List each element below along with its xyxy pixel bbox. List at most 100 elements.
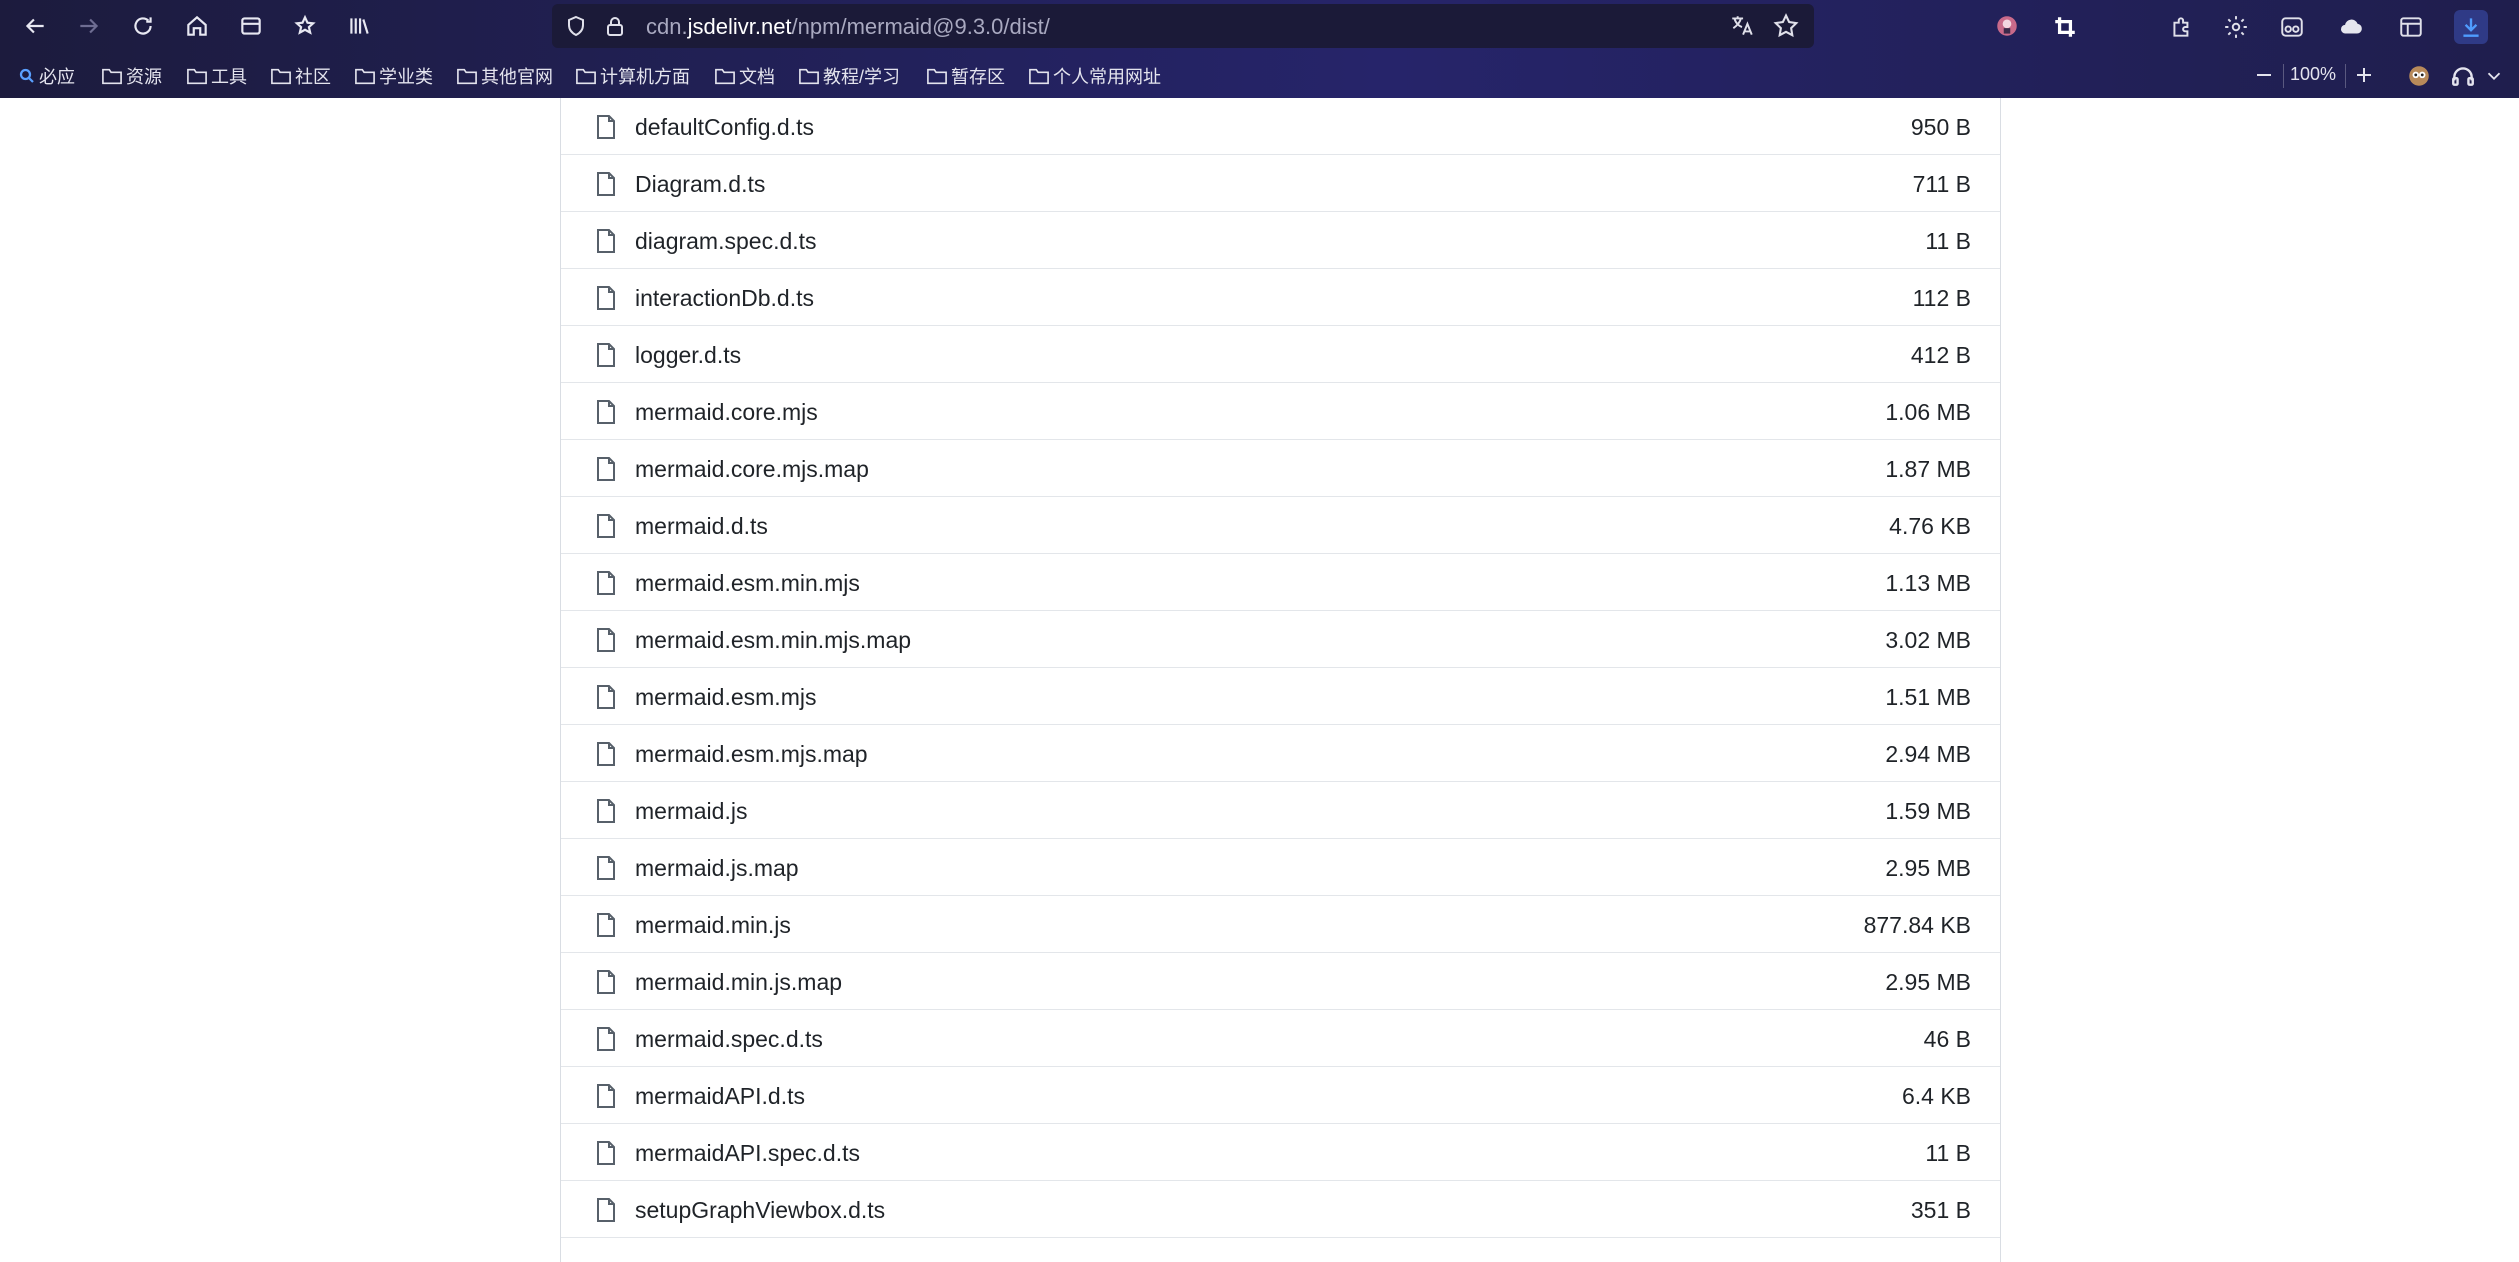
- file-name-link[interactable]: Diagram.d.ts: [635, 171, 765, 198]
- file-row[interactable]: mermaid.core.mjs.map 1.87 MB: [561, 440, 2000, 497]
- file-row[interactable]: mermaid.spec.d.ts 46 B: [561, 1010, 2000, 1067]
- file-row[interactable]: mermaid.esm.min.mjs 1.13 MB: [561, 554, 2000, 611]
- crop-extension-button[interactable]: [2050, 12, 2080, 42]
- file-row[interactable]: setupGraphViewbox.d.ts 351 B: [561, 1181, 2000, 1238]
- file-row[interactable]: mermaid.d.ts 4.76 KB: [561, 497, 2000, 554]
- file-name-link[interactable]: logger.d.ts: [635, 342, 741, 369]
- back-button[interactable]: [17, 8, 53, 44]
- headphones-extension-button[interactable]: [2449, 62, 2477, 90]
- file-row[interactable]: mermaid.esm.mjs 1.51 MB: [561, 668, 2000, 725]
- file-name-link[interactable]: mermaid.spec.d.ts: [635, 1026, 823, 1053]
- more-menu-button[interactable]: [2483, 64, 2505, 88]
- avatar-extension[interactable]: [1993, 12, 2021, 40]
- settings-button[interactable]: [2221, 12, 2251, 42]
- bookmark-folder[interactable]: 资源: [101, 62, 162, 90]
- file-listing: defaultConfig.d.ts 950 B Diagram.d.ts 71…: [560, 98, 2001, 1262]
- home-button[interactable]: [179, 8, 215, 44]
- bookmark-star-icon: [294, 14, 316, 35]
- file-name-link[interactable]: mermaid.min.js.map: [635, 969, 842, 996]
- downloads-button[interactable]: [2454, 10, 2488, 44]
- file-name-link[interactable]: setupGraphViewbox.d.ts: [635, 1197, 885, 1224]
- file-row[interactable]: mermaid.esm.mjs.map 2.94 MB: [561, 725, 2000, 782]
- cloud-icon: [2340, 19, 2362, 34]
- bookmark-folder[interactable]: 暂存区: [926, 62, 1005, 90]
- file-name-link[interactable]: diagram.spec.d.ts: [635, 228, 817, 255]
- file-name-link[interactable]: defaultConfig.d.ts: [635, 114, 814, 141]
- file-name-link[interactable]: interactionDb.d.ts: [635, 285, 814, 312]
- file-icon: [597, 514, 615, 538]
- file-row[interactable]: mermaid.core.mjs 1.06 MB: [561, 383, 2000, 440]
- divider: [2345, 64, 2346, 88]
- file-icon: [597, 1141, 615, 1165]
- reader-extension-button[interactable]: [2277, 12, 2307, 42]
- bookmark-item[interactable]: 必应: [18, 62, 75, 90]
- file-row[interactable]: mermaid.min.js.map 2.95 MB: [561, 953, 2000, 1010]
- file-name-link[interactable]: mermaid.esm.min.mjs.map: [635, 627, 911, 654]
- bookmark-label: 计算机方面: [600, 67, 690, 87]
- file-icon: [597, 286, 615, 310]
- download-icon: [2463, 18, 2479, 37]
- file-row[interactable]: mermaid.min.js 877.84 KB: [561, 896, 2000, 953]
- star-icon[interactable]: [1772, 12, 1800, 40]
- bookmark-folder[interactable]: 文档: [714, 62, 775, 90]
- file-size: 877.84 KB: [1863, 912, 1971, 938]
- lock-icon[interactable]: [603, 13, 627, 39]
- extensions-button[interactable]: [2167, 12, 2197, 42]
- file-row[interactable]: logger.d.ts 412 B: [561, 326, 2000, 383]
- folder-icon: [1029, 68, 1049, 85]
- owl-extension-button[interactable]: [2405, 62, 2433, 90]
- file-name-link[interactable]: mermaid.core.mjs.map: [635, 456, 869, 483]
- sidebar-button[interactable]: [233, 8, 269, 44]
- bookmark-folder[interactable]: 工具: [186, 62, 247, 90]
- bookmark-folder[interactable]: 社区: [270, 62, 331, 90]
- file-icon: [597, 799, 615, 823]
- cloud-extension-button[interactable]: [2336, 12, 2366, 42]
- file-name-link[interactable]: mermaid.min.js: [635, 912, 791, 939]
- reload-icon: [134, 17, 152, 35]
- file-icon: [597, 1027, 615, 1051]
- file-row[interactable]: defaultConfig.d.ts 950 B: [561, 98, 2000, 155]
- bookmark-folder[interactable]: 个人常用网址: [1028, 62, 1161, 90]
- bookmark-label: 暂存区: [951, 67, 1005, 87]
- file-name-link[interactable]: mermaid.core.mjs: [635, 399, 818, 426]
- url-text[interactable]: cdn.jsdelivr.net/npm/mermaid@9.3.0/dist/: [646, 14, 1050, 40]
- file-row[interactable]: mermaidAPI.spec.d.ts 11 B: [561, 1124, 2000, 1181]
- bookmark-folder[interactable]: 计算机方面: [575, 62, 690, 90]
- file-icon: [597, 1198, 615, 1222]
- bookmark-manager-button[interactable]: [287, 8, 323, 44]
- translate-icon[interactable]: [1728, 13, 1756, 39]
- file-name-link[interactable]: mermaidAPI.spec.d.ts: [635, 1140, 860, 1167]
- bookmark-folder[interactable]: 学业类: [354, 62, 433, 90]
- file-name-link[interactable]: mermaid.esm.mjs.map: [635, 741, 868, 768]
- file-size: 1.87 MB: [1885, 456, 1971, 482]
- file-row[interactable]: mermaidAPI.d.ts 6.4 KB: [561, 1067, 2000, 1124]
- file-row[interactable]: mermaid.js 1.59 MB: [561, 782, 2000, 839]
- bookmark-folder[interactable]: 教程/学习: [798, 62, 900, 90]
- file-name-link[interactable]: mermaidAPI.d.ts: [635, 1083, 805, 1110]
- file-row[interactable]: interactionDb.d.ts 112 B: [561, 269, 2000, 326]
- address-bar[interactable]: cdn.jsdelivr.net/npm/mermaid@9.3.0/dist/: [552, 4, 1814, 48]
- file-row[interactable]: Diagram.d.ts 711 B: [561, 155, 2000, 212]
- file-name-link[interactable]: mermaid.js.map: [635, 855, 799, 882]
- file-name-link[interactable]: mermaid.esm.mjs: [635, 684, 816, 711]
- file-row[interactable]: diagram.spec.d.ts 11 B: [561, 212, 2000, 269]
- zoom-in-button[interactable]: [2352, 62, 2376, 88]
- library-button[interactable]: [341, 8, 377, 44]
- forward-button[interactable]: [71, 8, 107, 44]
- zoom-out-button[interactable]: [2252, 62, 2276, 88]
- file-row[interactable]: mermaid.js.map 2.95 MB: [561, 839, 2000, 896]
- folder-icon: [799, 68, 819, 85]
- file-icon: [597, 685, 615, 709]
- file-icon: [597, 172, 615, 196]
- file-row[interactable]: mermaid.esm.min.mjs.map 3.02 MB: [561, 611, 2000, 668]
- tab-manager-button[interactable]: [2396, 12, 2426, 42]
- zoom-level[interactable]: 100%: [2290, 64, 2336, 85]
- reload-button[interactable]: [125, 8, 161, 44]
- file-name-link[interactable]: mermaid.js: [635, 798, 747, 825]
- shield-icon[interactable]: [564, 13, 588, 39]
- file-name-link[interactable]: mermaid.d.ts: [635, 513, 768, 540]
- file-name-link[interactable]: mermaid.esm.min.mjs: [635, 570, 860, 597]
- file-size: 412 B: [1910, 342, 1971, 368]
- folder-icon: [715, 68, 735, 85]
- bookmark-folder[interactable]: 其他官网: [456, 62, 553, 90]
